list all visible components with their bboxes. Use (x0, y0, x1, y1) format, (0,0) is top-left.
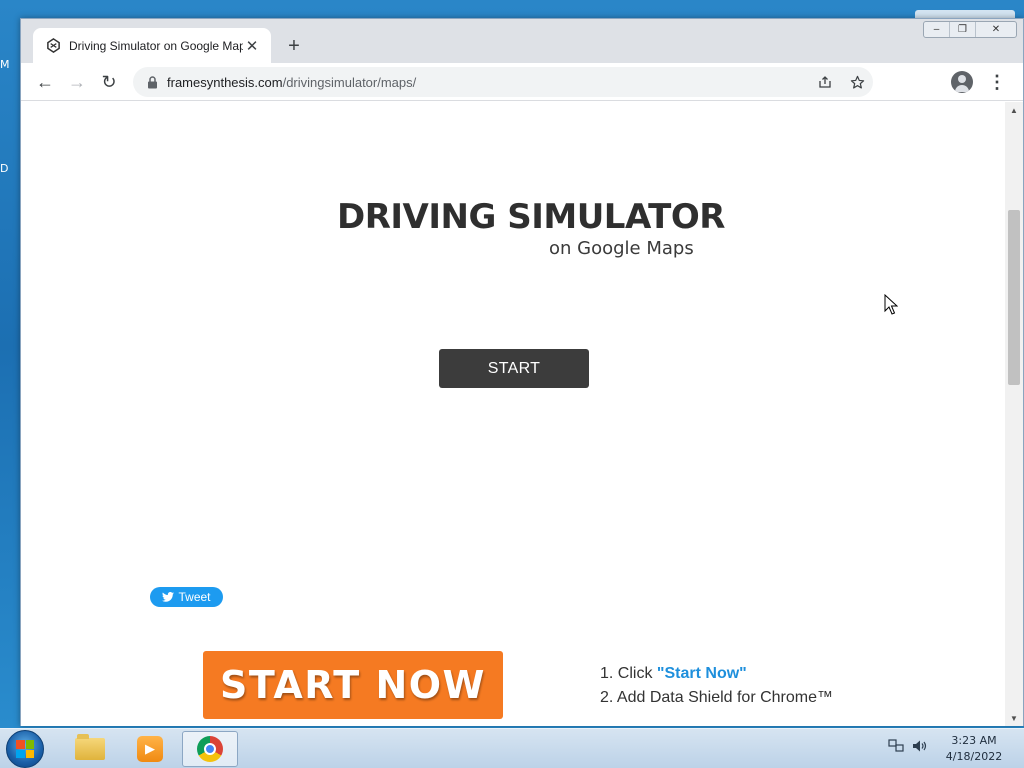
twitter-bird-icon (162, 592, 175, 602)
framesynthesis-icon (45, 38, 61, 54)
system-tray (888, 739, 928, 756)
profile-avatar-icon[interactable] (951, 71, 973, 93)
volume-icon[interactable] (912, 739, 928, 756)
window-controls: – ❐ ✕ (923, 21, 1017, 38)
ad-step-2: 2. Add Data Shield for Chrome™ (600, 689, 834, 706)
scrollbar-thumb[interactable] (1008, 210, 1020, 385)
scroll-down-arrow-icon[interactable]: ▼ (1005, 710, 1023, 726)
tab-title: Driving Simulator on Google Maps (69, 38, 243, 53)
ad-step-1-link[interactable]: "Start Now" (657, 665, 747, 682)
minimize-button[interactable]: – (924, 22, 950, 37)
more-menu-icon[interactable]: ⋮ (987, 69, 1007, 95)
desktop-icon-label-fragment: D (0, 162, 9, 175)
forward-arrow-icon[interactable]: → (63, 68, 91, 96)
tweet-button[interactable]: Tweet (150, 587, 223, 607)
start-menu-button[interactable] (6, 730, 44, 768)
tab-driving-simulator[interactable]: Driving Simulator on Google Maps ✕ (33, 28, 271, 63)
maximize-button[interactable]: ❐ (950, 22, 976, 37)
ad-start-now-button[interactable]: START NOW (203, 651, 503, 719)
page-content: DRIVING SIMULATOR on Google Maps START T… (21, 102, 1005, 726)
close-window-button[interactable]: ✕ (976, 22, 1016, 37)
taskbar-explorer[interactable] (62, 731, 118, 767)
browser-toolbar: ← → ↻ framesynthesis.com/drivingsimulato… (21, 63, 1023, 101)
url-domain: framesynthesis.com (167, 74, 283, 90)
folder-icon (75, 734, 105, 760)
system-clock[interactable]: 3:23 AM 4/18/2022 (942, 733, 1006, 765)
reload-icon[interactable]: ↻ (95, 68, 123, 96)
tab-strip: Driving Simulator on Google Maps ✕ + – ❐… (21, 19, 1023, 63)
windows-logo-icon (16, 740, 34, 758)
url-path: /drivingsimulator/maps/ (282, 74, 417, 90)
plus-icon[interactable]: + (283, 35, 305, 57)
media-player-icon: ▶ (137, 736, 163, 762)
clock-time: 3:23 AM (951, 734, 997, 747)
ad-instructions: 1. Click "Start Now" 2. Add Data Shield … (600, 662, 833, 710)
url-text[interactable]: framesynthesis.com/drivingsimulator/maps… (167, 75, 416, 90)
vertical-scrollbar[interactable]: ▲ ▼ (1005, 102, 1023, 726)
ad-step-1-prefix: 1. Click (600, 665, 657, 682)
omnibox-actions (809, 67, 873, 97)
star-icon[interactable] (841, 67, 873, 97)
browser-window: Driving Simulator on Google Maps ✕ + – ❐… (20, 18, 1024, 726)
back-arrow-icon[interactable]: ← (31, 68, 59, 96)
share-icon[interactable] (809, 67, 841, 97)
desktop-icon-label-fragment: M (0, 58, 10, 71)
tweet-label: Tweet (178, 590, 211, 604)
chrome-icon (197, 736, 223, 762)
taskbar-chrome[interactable] (182, 731, 238, 767)
windows-taskbar: ▶ 3:23 AM 4/18/2022 (0, 728, 1024, 768)
start-button[interactable]: START (439, 349, 589, 388)
clock-date: 4/18/2022 (945, 750, 1003, 763)
ad-step-1: 1. Click "Start Now" (600, 662, 833, 686)
address-bar[interactable]: framesynthesis.com/drivingsimulator/maps… (133, 67, 873, 97)
network-icon[interactable] (888, 739, 904, 756)
lock-icon[interactable] (145, 75, 159, 89)
close-icon[interactable]: ✕ (243, 37, 261, 55)
scroll-up-arrow-icon[interactable]: ▲ (1005, 102, 1023, 118)
page-subtitle: on Google Maps (549, 238, 694, 259)
page-title: DRIVING SIMULATOR (337, 197, 725, 237)
taskbar-media-player[interactable]: ▶ (122, 731, 178, 767)
mouse-cursor-icon (884, 294, 898, 315)
